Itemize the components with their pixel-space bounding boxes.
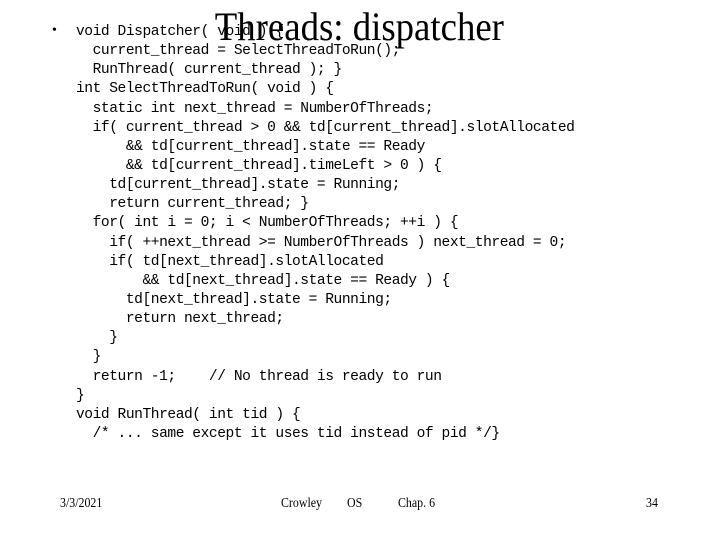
code-line: return current_thread; } — [76, 196, 309, 213]
code-line: } — [76, 330, 118, 347]
footer-chapter: Chap. 6 — [398, 496, 436, 511]
code-line: return next_thread; — [76, 311, 284, 328]
footer-author: Crowley — [281, 496, 322, 511]
code-line: void Dispatcher( void ) { — [76, 24, 284, 40]
code-line: && td[next_thread].state == Ready ) { — [76, 272, 450, 289]
code-line: && td[current_thread].state == Ready — [76, 138, 426, 155]
code-line: RunThread( current_thread ); } — [76, 62, 343, 79]
footer-date: 3/3/2021 — [60, 496, 103, 511]
code-line: current_thread = SelectThreadToRun(); — [76, 43, 401, 60]
code-line: /* ... same except it uses tid instead o… — [76, 425, 501, 442]
code-line: if( ++next_thread >= NumberOfThreads ) n… — [76, 234, 567, 251]
code-line: if( td[next_thread].slotAllocated — [76, 253, 384, 270]
code-line: int SelectThreadToRun( void ) { — [76, 81, 334, 98]
code-line: td[next_thread].state = Running; — [76, 291, 392, 308]
code-block: void Dispatcher( void ) { current_thread… — [76, 23, 575, 444]
code-line: if( current_thread > 0 && td[current_thr… — [76, 119, 575, 136]
code-line: } — [76, 349, 102, 366]
code-line: } — [76, 387, 85, 404]
code-line: for( int i = 0; i < NumberOfThreads; ++i… — [76, 215, 459, 232]
bullet-icon: • — [52, 23, 57, 38]
code-line: td[current_thread].state = Running; — [76, 177, 400, 194]
code-line: void RunThread( int tid ) { — [76, 406, 301, 423]
code-line: && td[current_thread].timeLeft > 0 ) { — [76, 157, 442, 174]
footer-course: OS — [347, 496, 363, 511]
code-line: return -1; // No thread is ready to run — [76, 368, 442, 385]
code-line: static int next_thread = NumberOfThreads… — [76, 100, 434, 117]
footer-page-number: 34 — [646, 496, 658, 511]
